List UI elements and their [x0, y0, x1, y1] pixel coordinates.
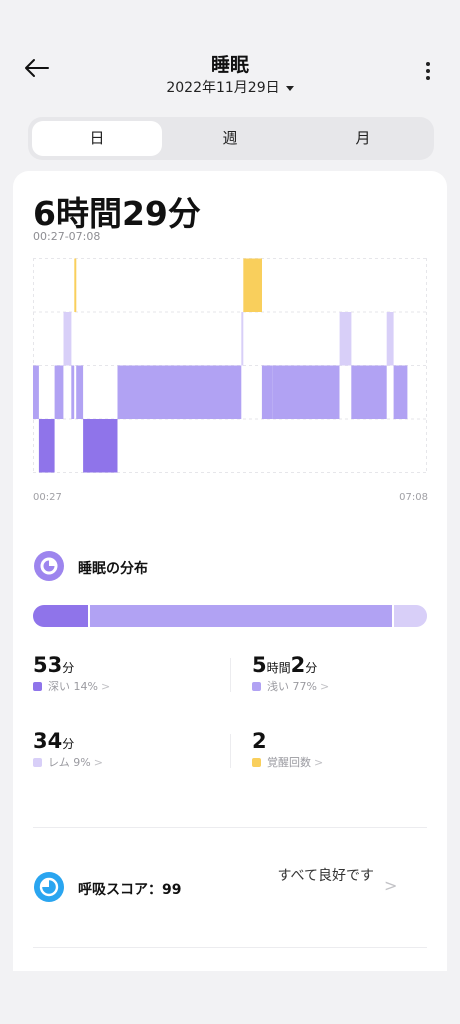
light-label: 浅い 77% — [267, 680, 317, 693]
sleep-stage-segment — [339, 312, 352, 366]
breathing-score-title: 呼吸スコア：99 — [78, 882, 182, 898]
sleep-stage-segment — [71, 365, 75, 419]
sleep-stage-segment — [83, 419, 118, 473]
rem-share-segment — [391, 605, 427, 627]
chevron-right-icon: > — [100, 680, 111, 693]
light-minutes-unit: 分 — [305, 661, 318, 675]
chevron-right-icon: > — [314, 756, 324, 769]
stat-awake-count[interactable]: 2 覚醒回数 > — [252, 729, 323, 770]
breathing-status[interactable]: すべて良好です — [270, 866, 374, 887]
tab-day[interactable]: 日 — [32, 121, 162, 156]
sleep-stage-segment — [38, 419, 55, 473]
sleep-stage-segment — [63, 312, 72, 366]
divider — [230, 658, 231, 692]
more-options-icon[interactable] — [424, 62, 432, 82]
light-hours-unit: 時間 — [266, 661, 291, 675]
sleep-stage-segment — [54, 365, 64, 419]
sleep-distribution-icon — [34, 551, 64, 581]
stage-distribution-bar — [33, 605, 427, 627]
stat-rem[interactable]: 34分 レム 9% > — [33, 729, 103, 770]
sleep-stage-segment — [74, 258, 77, 312]
date-selector[interactable]: 2022年11月29日 — [0, 77, 460, 97]
deep-unit: 分 — [62, 661, 75, 675]
rem-unit: 分 — [62, 737, 75, 751]
tab-week[interactable]: 週 — [165, 121, 295, 156]
top-bar: 睡眠 2022年11月29日 — [0, 0, 460, 110]
deep-value: 53 — [33, 653, 63, 677]
sleep-stage-segment — [243, 258, 262, 312]
sleep-stage-segment — [33, 365, 39, 419]
awake-count-label: 覚醒回数 — [267, 756, 311, 769]
deep-label: 深い 14% — [48, 680, 98, 693]
divider — [230, 734, 231, 768]
breathing-score-icon — [34, 872, 64, 902]
deep-share-segment — [33, 605, 89, 627]
rem-label: レム 9% — [48, 756, 91, 769]
light-hours: 5 — [252, 653, 267, 677]
light-minutes: 2 — [290, 653, 306, 677]
period-tabs: 日 週 月 — [28, 117, 434, 160]
rem-legend-swatch — [33, 758, 42, 767]
sleep-stage-chart — [33, 258, 427, 473]
sleep-stage-segment — [351, 365, 387, 419]
sleep-stage-segment — [393, 365, 408, 419]
dropdown-caret-icon — [285, 85, 294, 91]
divider — [33, 827, 427, 828]
distribution-title: 睡眠の分布 — [78, 561, 148, 577]
deep-legend-swatch — [33, 682, 42, 691]
light-share-segment — [88, 605, 392, 627]
x-axis-end: 07:08 — [399, 492, 428, 503]
chevron-right-icon: > — [93, 756, 103, 769]
divider — [33, 947, 427, 948]
light-legend-swatch — [252, 682, 261, 691]
x-axis-start: 00:27 — [33, 492, 62, 503]
page-title: 睡眠 — [210, 54, 249, 76]
sleep-stage-segment — [117, 365, 242, 419]
sleep-stage-segment — [261, 365, 273, 419]
stat-light[interactable]: 5時間2分 浅い 77% > — [252, 653, 329, 694]
awake-legend-swatch — [252, 758, 261, 767]
total-sleep-duration: 6時間29分 — [33, 194, 201, 233]
stat-deep[interactable]: 53分 深い 14% > — [33, 653, 110, 694]
awake-count-value: 2 — [252, 729, 267, 753]
rem-value: 34 — [33, 729, 63, 753]
sleep-stage-segment — [76, 365, 84, 419]
sleep-stage-segment — [386, 312, 394, 366]
chevron-right-icon: > — [319, 680, 330, 693]
sleep-stage-segment — [272, 365, 340, 419]
tab-month[interactable]: 月 — [298, 121, 428, 156]
sleep-time-range: 00:27-07:08 — [33, 230, 101, 243]
date-text: 2022年11月29日 — [166, 80, 280, 96]
sleep-stage-segment — [241, 312, 244, 366]
chevron-right-icon[interactable]: > — [384, 876, 397, 895]
